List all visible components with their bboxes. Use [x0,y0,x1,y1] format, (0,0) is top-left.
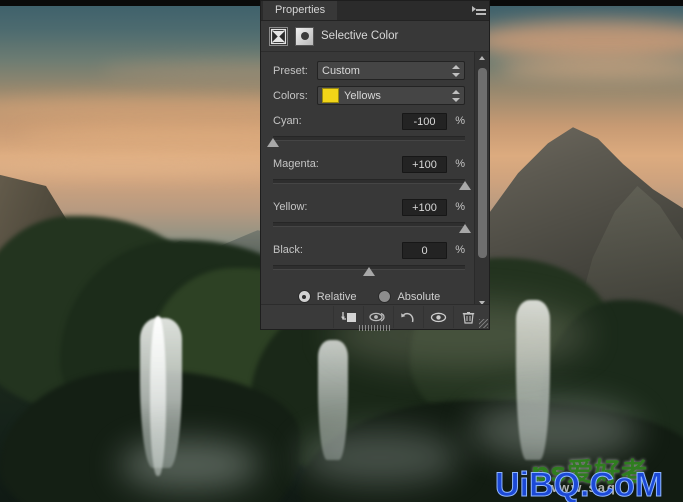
slider-yellow: Yellow: +100 % [273,198,471,235]
color-swatch [322,88,339,103]
slider-black: Black: 0 % [273,241,465,278]
colors-label: Colors: [273,89,308,102]
slider-cyan: Cyan: -100 % [267,112,465,149]
layer-mask-thumbnail-icon[interactable] [295,26,314,46]
mist [120,440,260,490]
preset-label: Preset: [273,64,308,77]
colors-value: Yellows [344,89,381,102]
properties-panel: Properties Selective Color Preset: Custo… [260,0,490,331]
slider-track[interactable] [267,135,465,149]
slider-value-input[interactable]: +100 [402,155,447,173]
selective-color-adjustment-icon[interactable] [269,26,288,46]
tab-properties[interactable]: Properties [263,1,338,20]
preset-row: Preset: Custom [273,60,465,81]
panel-body: Preset: Custom Colors: Yellows Cyan: -10… [261,52,489,309]
slider-unit: % [455,244,465,256]
watermark-brand: UiBQ.CoM [494,466,664,502]
radio-unselected-icon [378,290,392,303]
slider-track[interactable] [273,221,471,235]
chevron-updown-icon [451,64,460,78]
method-radio-group: Relative Absolute [273,290,465,303]
radio-relative[interactable]: Relative [297,290,357,303]
panel-footer-toolbar [261,304,489,331]
adjustment-header: Selective Color [261,21,489,52]
slider-unit: % [455,201,465,213]
reset-button[interactable] [393,306,423,328]
panel-tab-strip: Properties [261,1,489,21]
radio-relative-label: Relative [316,290,357,303]
radio-absolute-label: Absolute [397,290,441,303]
eye-previous-state-icon [369,312,385,322]
radio-absolute[interactable]: Absolute [378,290,440,303]
slider-label: Yellow: [273,201,308,213]
mist [300,430,460,485]
reset-arrow-icon [401,312,414,322]
clip-to-layer-icon [341,311,356,322]
trash-icon [462,311,475,324]
slider-thumb[interactable] [459,224,471,233]
slider-value-input[interactable]: +100 [402,198,447,216]
panel-menu-icon[interactable] [472,4,486,16]
slider-value-input[interactable]: 0 [402,241,447,259]
panel-drag-grip[interactable] [359,325,391,331]
scrollbar-thumb[interactable] [478,68,487,258]
panel-vertical-scrollbar[interactable] [474,52,489,309]
panel-resize-handle[interactable] [479,319,488,328]
slider-thumb[interactable] [459,181,471,190]
toggle-visibility-button[interactable] [423,306,453,328]
colors-dropdown[interactable]: Yellows [317,86,465,105]
preset-value: Custom [322,64,360,77]
slider-magenta: Magenta: +100 % [273,155,471,192]
photoshop-screenshot: ps爱好者 www.saq UiBQ.CoM Properties Select… [0,0,683,502]
slider-thumb[interactable] [363,267,375,276]
scroll-up-arrow-icon[interactable] [475,52,489,64]
preset-dropdown[interactable]: Custom [317,61,465,80]
radio-selected-icon [297,290,311,303]
panel-content: Preset: Custom Colors: Yellows Cyan: -10… [261,52,475,309]
watermark: ps爱好者 www.saq UiBQ.CoM [494,450,681,502]
slider-unit: % [455,158,465,170]
slider-unit: % [455,115,465,127]
eye-icon [430,312,447,322]
slider-track[interactable] [273,178,471,192]
slider-label: Black: [273,244,303,256]
slider-track[interactable] [273,264,465,278]
colors-row: Colors: Yellows [273,85,465,106]
slider-label: Magenta: [273,158,319,170]
slider-thumb[interactable] [267,138,279,147]
chevron-updown-icon [451,89,460,103]
slider-label: Cyan: [273,115,302,127]
slider-value-input[interactable]: -100 [402,112,447,130]
adjustment-title: Selective Color [321,30,399,42]
